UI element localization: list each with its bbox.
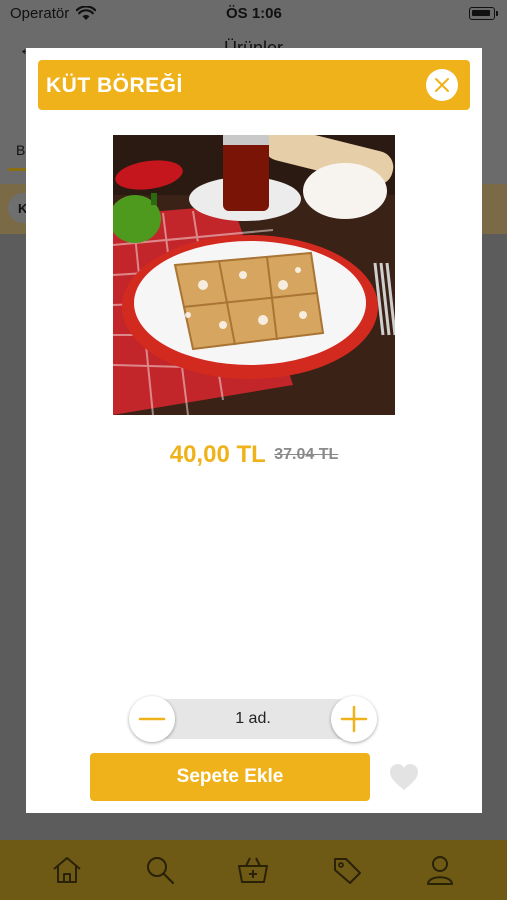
minus-icon — [138, 717, 166, 721]
quantity-stepper: 1 ad. — [129, 696, 377, 742]
wifi-icon — [75, 5, 97, 25]
modal-header: KÜT BÖREĞİ — [38, 60, 470, 110]
carrier-label: Operatör — [10, 5, 70, 22]
user-icon[interactable] — [420, 850, 460, 890]
favorite-button[interactable] — [388, 762, 420, 792]
home-icon[interactable] — [47, 850, 87, 890]
add-to-cart-button[interactable]: Sepete Ekle — [90, 753, 370, 801]
old-price: 37.04 TL — [274, 446, 339, 463]
product-detail-modal: KÜT BÖREĞİ 40,00 TL 37.04 TL 1 ad. Sepet… — [26, 48, 482, 813]
battery-icon — [469, 7, 495, 20]
tag-icon[interactable] — [327, 850, 367, 890]
background-tab[interactable]: B — [16, 142, 25, 158]
status-bar: Operatör ÖS 1:06 — [0, 0, 507, 28]
basket-icon[interactable] — [233, 850, 273, 890]
current-price: 40,00 TL — [169, 441, 266, 468]
heart-icon — [390, 764, 418, 790]
product-image — [113, 135, 395, 415]
plus-icon — [340, 705, 368, 733]
price-row: 40,00 TL 37.04 TL — [26, 441, 482, 469]
close-button[interactable] — [426, 69, 458, 101]
search-icon[interactable] — [140, 850, 180, 890]
bottom-tab-bar — [0, 840, 507, 900]
decrease-quantity-button[interactable] — [129, 696, 175, 742]
clock: ÖS 1:06 — [226, 5, 282, 22]
close-icon — [435, 78, 449, 92]
product-title: KÜT BÖREĞİ — [46, 74, 183, 97]
increase-quantity-button[interactable] — [331, 696, 377, 742]
quantity-value: 1 ad. — [235, 710, 271, 727]
